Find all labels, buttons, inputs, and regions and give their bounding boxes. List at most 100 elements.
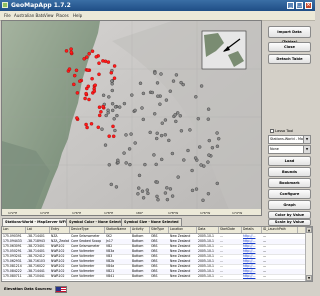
station-marker[interactable] — [154, 162, 158, 167]
map-view[interactable]: 172°E 174°E 176°E 178°E 180° 178°W 176°W 174°W — [1, 20, 262, 216]
station-marker[interactable] — [110, 101, 115, 106]
station-marker[interactable] — [215, 144, 220, 149]
station-marker[interactable] — [106, 108, 110, 113]
selected-station-marker[interactable] — [97, 72, 101, 77]
selected-station-marker[interactable] — [85, 125, 89, 130]
station-marker[interactable] — [201, 198, 205, 203]
station-marker[interactable] — [207, 153, 211, 157]
data-table[interactable]: Lon Lat Entry DeviceType StationName Activity… — [1, 226, 313, 282]
column-header[interactable]: ID_LaunchPath — [262, 227, 298, 233]
selected-station-marker[interactable] — [86, 68, 90, 72]
station-marker[interactable] — [140, 189, 145, 193]
selected-station-marker[interactable] — [99, 110, 103, 114]
station-marker[interactable] — [152, 153, 156, 157]
import-data-button[interactable]: Import Data (Tables) — [268, 26, 311, 44]
table-scrollbar[interactable]: ▲ ▼ — [305, 227, 312, 281]
selected-station-marker[interactable] — [75, 116, 79, 120]
station-marker[interactable] — [167, 138, 171, 143]
map-canvas[interactable] — [2, 21, 262, 216]
station-marker[interactable] — [188, 128, 192, 132]
station-marker[interactable] — [122, 151, 126, 155]
selected-station-marker[interactable] — [72, 82, 76, 87]
lasso-tool[interactable]: Lasso Tool — [270, 129, 293, 134]
bounds-button[interactable]: Bounds — [268, 167, 311, 177]
details-link[interactable]: http://... — [242, 274, 262, 279]
station-marker[interactable] — [110, 88, 115, 93]
selected-station-marker[interactable] — [112, 64, 117, 68]
selected-station-marker[interactable] — [92, 89, 97, 93]
selected-station-marker[interactable] — [94, 55, 99, 59]
station-marker[interactable] — [155, 180, 160, 184]
station-marker[interactable] — [194, 187, 199, 191]
station-marker[interactable] — [153, 71, 157, 75]
menu-file[interactable]: File — [4, 13, 11, 18]
minimize-button[interactable]: _ — [287, 2, 294, 9]
overview-map[interactable] — [201, 30, 247, 70]
station-marker[interactable] — [159, 133, 164, 138]
station-marker[interactable] — [182, 158, 186, 162]
station-marker[interactable] — [190, 168, 194, 173]
station-marker[interactable] — [186, 148, 190, 153]
station-marker[interactable] — [122, 101, 127, 106]
station-marker[interactable] — [210, 145, 215, 150]
station-marker[interactable] — [152, 112, 157, 116]
tab-symbol-color[interactable]: Symbol Color - None Selected — [66, 218, 129, 226]
selected-station-marker[interactable] — [67, 67, 72, 71]
column-header[interactable]: Entry — [50, 227, 70, 233]
color-by-value-button[interactable]: Color by Value — [268, 211, 311, 219]
station-marker[interactable] — [150, 90, 155, 95]
column-header[interactable]: Lon — [2, 227, 26, 233]
maximize-button[interactable]: □ — [296, 2, 303, 9]
station-marker[interactable] — [146, 191, 150, 196]
selected-station-marker[interactable] — [87, 51, 91, 56]
station-marker[interactable] — [110, 108, 115, 113]
station-marker[interactable] — [114, 185, 119, 189]
selected-station-marker[interactable] — [109, 71, 114, 75]
selected-station-marker[interactable] — [86, 84, 91, 89]
column-header[interactable]: DeviceType — [70, 227, 105, 233]
station-marker[interactable] — [124, 133, 128, 137]
menu-view[interactable]: View — [44, 13, 54, 18]
selected-station-marker[interactable] — [90, 76, 94, 81]
station-marker[interactable] — [155, 81, 160, 85]
station-marker[interactable] — [155, 131, 159, 136]
station-marker[interactable] — [110, 79, 114, 83]
station-marker[interactable] — [215, 181, 220, 186]
tab-symbol-size[interactable]: Symbol Size - None Selected — [121, 218, 182, 226]
selected-station-marker[interactable] — [90, 49, 95, 53]
station-marker[interactable] — [112, 117, 116, 121]
station-marker[interactable] — [138, 81, 143, 85]
station-marker[interactable] — [207, 138, 212, 143]
station-marker[interactable] — [137, 173, 142, 178]
selected-station-marker[interactable] — [96, 125, 101, 130]
station-marker[interactable] — [129, 132, 133, 136]
symbol-dropdown[interactable]: None ▼ — [268, 145, 311, 154]
selected-station-marker[interactable] — [82, 57, 86, 61]
station-marker[interactable] — [171, 79, 176, 83]
detach-table-button[interactable]: Detach Table — [268, 54, 311, 64]
selected-station-marker[interactable] — [111, 124, 115, 129]
station-marker[interactable] — [174, 73, 179, 77]
station-marker[interactable] — [136, 192, 140, 196]
station-marker[interactable] — [155, 194, 159, 199]
station-marker[interactable] — [176, 175, 180, 179]
station-marker[interactable] — [113, 128, 117, 133]
station-marker[interactable] — [109, 182, 114, 187]
selected-station-marker[interactable] — [93, 83, 97, 87]
station-marker[interactable] — [133, 108, 137, 113]
column-header[interactable]: Activity — [131, 227, 150, 233]
station-marker[interactable] — [199, 84, 204, 88]
station-marker[interactable] — [178, 114, 183, 118]
tab-stations-world[interactable]: Stations-World - MapServer WFS — [2, 218, 71, 226]
station-marker[interactable] — [156, 197, 160, 202]
configure-button[interactable]: Configure — [268, 189, 311, 199]
station-marker[interactable] — [163, 133, 168, 137]
column-header[interactable]: Lat — [26, 227, 50, 233]
station-marker[interactable] — [115, 113, 119, 118]
load-button[interactable]: Load — [268, 156, 311, 166]
station-marker[interactable] — [133, 141, 137, 145]
selected-station-marker[interactable] — [69, 50, 74, 55]
station-marker[interactable] — [113, 105, 118, 109]
station-marker[interactable] — [127, 147, 132, 151]
station-marker[interactable] — [159, 72, 163, 76]
